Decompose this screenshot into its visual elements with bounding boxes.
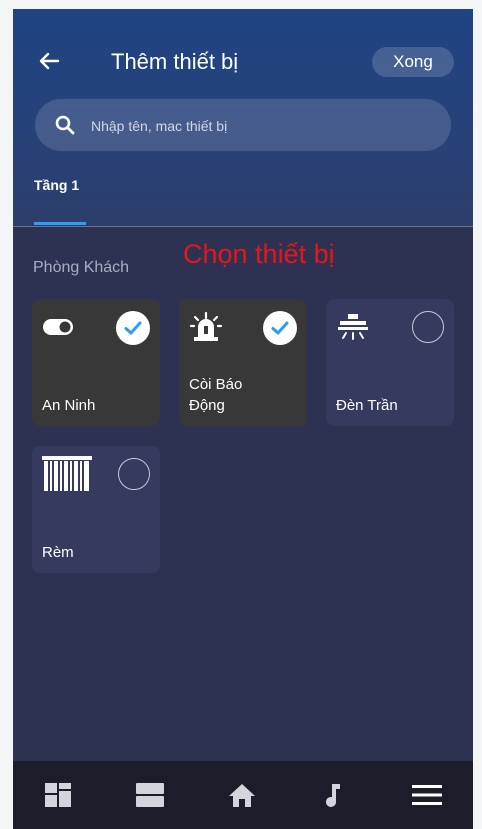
dashboard-icon[interactable]: [42, 781, 74, 809]
tab-floor-1[interactable]: Tầng 1: [34, 177, 79, 193]
search-bar: [35, 99, 451, 153]
unselected-circle-icon[interactable]: [412, 311, 444, 343]
bottom-nav: [13, 761, 473, 829]
search-icon: [55, 115, 75, 135]
home-icon[interactable]: [226, 781, 258, 809]
device-card-den-tran[interactable]: Đèn Trần: [326, 299, 454, 426]
room-name: Phòng Khách: [33, 259, 130, 276]
app-screen: Thêm thiết bị Xong Tầng 1 Phòng Khách Ch…: [13, 9, 473, 829]
device-label: Rèm: [42, 544, 74, 561]
curtain-icon: [42, 456, 92, 491]
rooms-icon[interactable]: [134, 781, 166, 809]
search-input[interactable]: [89, 99, 433, 153]
ceiling-light-icon: [338, 314, 368, 340]
page-title: Thêm thiết bị: [111, 49, 239, 74]
siren-icon: [189, 311, 223, 341]
device-card-rem[interactable]: Rèm: [32, 446, 160, 573]
tab-divider: [13, 226, 473, 227]
select-device-hint: Chọn thiết bị: [183, 239, 335, 269]
menu-icon[interactable]: [411, 781, 443, 809]
done-button[interactable]: Xong: [372, 47, 454, 77]
device-card-coi-bao-dong[interactable]: Còi Báo Động: [179, 299, 307, 426]
music-icon[interactable]: [318, 781, 350, 809]
device-label: Còi Báo Động: [189, 376, 243, 414]
device-label: Đèn Trần: [336, 397, 398, 414]
header: Thêm thiết bị Xong Tầng 1: [13, 9, 473, 227]
toggle-icon: [43, 319, 73, 335]
unselected-circle-icon[interactable]: [118, 458, 150, 490]
active-tab-indicator: [34, 222, 86, 225]
device-card-an-ninh[interactable]: An Ninh: [32, 299, 160, 426]
back-arrow-icon[interactable]: [37, 49, 61, 73]
device-label: An Ninh: [42, 397, 96, 414]
checkmark-icon[interactable]: [263, 311, 297, 345]
checkmark-icon[interactable]: [116, 311, 150, 345]
